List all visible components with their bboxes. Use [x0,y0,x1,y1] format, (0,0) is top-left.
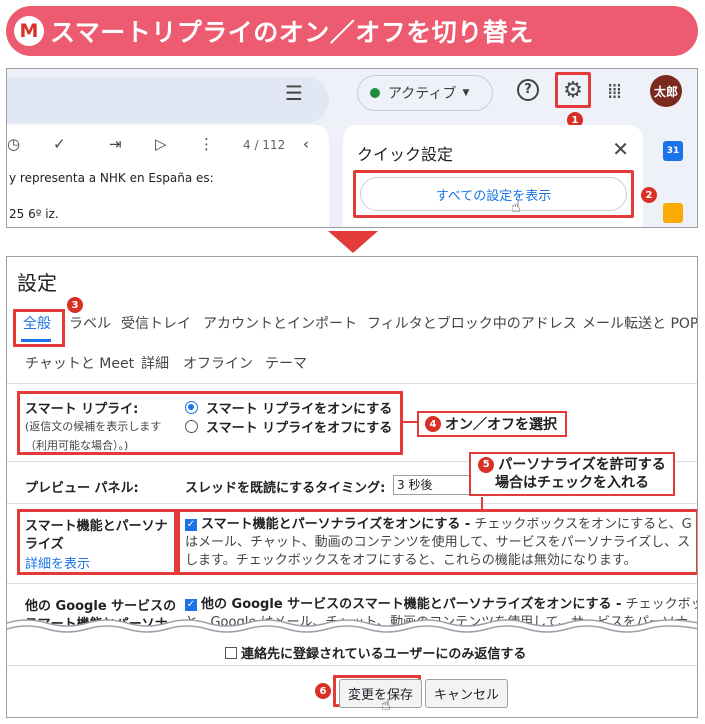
preview-timing-select[interactable]: 3 秒後 [393,475,473,495]
title-banner: M スマートリプライのオン／オフを切り替え [6,6,698,56]
show-all-highlight: すべての設定を表示 [353,170,634,218]
chevron-left-icon[interactable]: ‹ [303,135,309,153]
tab-inbox[interactable]: 受信トレイ [121,313,191,333]
pointer-cursor-icon: ☝ [381,695,391,714]
quick-settings-panel: クイック設定 ✕ すべての設定を表示 2 ☝ [343,125,657,227]
smart-reply-off-option[interactable]: スマート リプライをオフにする [185,417,392,436]
smart-features-row: ✓ スマート機能とパーソナライズをオンにする - チェックボックスをオンにすると、… [185,515,697,535]
smart-reply-off-label: スマート リプライをオフにする [206,421,393,436]
tab-accounts[interactable]: アカウントとインポート [203,313,357,333]
tab-offline[interactable]: オフライン [183,353,253,373]
step-badge-6: 6 [315,683,331,699]
active-dot-icon [370,88,380,98]
search-bar[interactable] [7,77,329,123]
other-google-desc1: チェックボッ [621,597,698,612]
callout-5-connector [481,497,483,509]
side-panel: 31 [659,125,697,227]
callout-5-line1: パーソナライズを許可する [498,457,666,473]
page-title: 設定 [17,271,57,295]
reply-only-label: 連絡先に登録されているユーザーにのみ返信する [241,647,527,662]
mail-toolbar: ◷ ✓ ⇥ ▷ ⋮ 4 / 112 ‹ [7,135,329,161]
learn-more-link[interactable]: 詳細を表示 [25,553,90,572]
status-label: アクティブ [388,86,457,102]
mail-snippet-2: 25 6º iz. [9,207,59,221]
gmail-logo-icon: M [14,16,44,46]
pager-count: 4 / 112 [243,138,286,152]
preview-panel-label: プレビュー パネル: [25,481,139,496]
smart-reply-note1: (返信文の候補を表示します [25,420,162,433]
help-icon[interactable]: ? [517,79,539,101]
mail-snippet-1: y representa a NHK en España es: [9,171,214,185]
other-google-check-label: 他の Google サービスのスマート機能とパーソナライズをオンにする - [201,597,622,612]
smart-features-label2: ライズ [25,537,64,552]
smart-features-label1: スマート機能とパーソナ [25,519,168,534]
step-badge-3: 3 [67,297,83,313]
more-icon[interactable]: ⋮ [199,135,214,153]
status-chip[interactable]: アクティブ ▼ [357,75,493,111]
smart-features-checkbox[interactable]: ✓ [185,518,197,531]
smart-reply-label: スマート リプライ: [25,402,139,417]
callout-5: 5 パーソナライズを許可する 場合はチェックを入れる [469,452,675,496]
smart-reply-note2: （利用可能な場合）。) [25,439,129,452]
step-badge-5: 5 [478,457,495,473]
radio-off[interactable] [185,420,198,433]
divider [7,665,697,666]
tab-labels[interactable]: ラベル [69,313,111,333]
divider [7,583,697,584]
step-badge-4: 4 [425,416,441,432]
divider [7,503,697,504]
other-google-label1: 他の Google サービスの [25,599,177,614]
snooze-icon[interactable]: ◷ [7,135,20,153]
close-icon[interactable]: ✕ [612,137,629,161]
smart-features-desc2: はメール、チャット、動画のコンテンツを使用して、サービスをパーソナライズし、ス [185,535,691,550]
move-to-icon[interactable]: ⇥ [109,135,122,153]
avatar[interactable]: 太郎 [650,75,682,107]
reply-only-row[interactable]: 連絡先に登録されているユーザーにのみ返信する [225,643,526,662]
hand-cursor-icon: ☝ [511,197,521,216]
keep-icon[interactable] [663,203,683,223]
torn-edge [7,619,697,637]
settings-panel: 設定 全般 3 ラベル 受信トレイ アカウントとインポート フィルタとブロック中… [6,256,698,718]
smart-reply-on-label: スマート リプライをオンにする [206,402,393,417]
tab-filters[interactable]: フィルタとブロック中のアドレス [367,313,577,333]
mail-view: ◷ ✓ ⇥ ▷ ⋮ 4 / 112 ‹ y representa a NHK e… [7,125,329,227]
tune-icon[interactable]: ☰ [285,81,303,105]
smart-reply-on-option[interactable]: スマート リプライをオンにする [185,398,392,417]
gmail-header-panel: ☰ アクティブ ▼ ? ⚙ 1 ⁞⁞⁞ 太郎 ◷ ✓ ⇥ ▷ ⋮ 4 / 112… [6,68,698,228]
label-icon[interactable]: ▷ [155,135,167,153]
tab-underline [21,339,51,342]
radio-on[interactable] [185,401,198,414]
settings-tabs-row1: 全般 3 ラベル 受信トレイ アカウントとインポート フィルタとブロック中のアド… [7,297,697,347]
callout-connector [403,421,417,423]
banner-title: スマートリプライのオン／オフを切り替え [50,18,534,47]
show-all-settings-button[interactable]: すべての設定を表示 [360,177,627,211]
arrow-down-icon [328,231,378,253]
smart-features-desc1: チェックボックスをオンにすると、G [470,517,692,532]
settings-gear-icon[interactable]: ⚙ [555,72,591,108]
reply-only-checkbox[interactable] [225,646,237,659]
other-google-row: ✓ 他の Google サービスのスマート機能とパーソナライズをオンにする - チ… [185,595,698,615]
add-task-icon[interactable]: ✓ [53,135,66,153]
smart-features-check-label: スマート機能とパーソナライズをオンにする - [201,517,471,532]
callout-4-text: オン／オフを選択 [445,417,557,433]
divider [7,383,697,384]
caret-down-icon: ▼ [462,88,470,98]
calendar-icon[interactable]: 31 [663,141,683,161]
smart-features-desc3: します。チェックボックスをオフにすると、これらの機能は無効になります。 [185,553,637,568]
apps-grid-icon[interactable]: ⁞⁞⁞ [607,79,622,103]
other-google-checkbox[interactable]: ✓ [185,598,197,611]
tab-themes[interactable]: テーマ [265,353,307,373]
callout-4: 4 オン／オフを選択 [417,411,567,437]
quick-settings-title: クイック設定 [357,145,454,164]
settings-tabs-row2: チャットと Meet 詳細 オフライン テーマ [7,349,697,375]
step-badge-2: 2 [641,187,657,203]
tab-advanced[interactable]: 詳細 [141,353,169,373]
callout-5-line2: 場合はチェックを入れる [495,475,649,491]
preview-timing-label: スレッドを既読にするタイミング: [185,481,386,496]
tab-forwarding[interactable]: メール転送と POP/I [582,313,697,333]
tab-general[interactable]: 全般 [23,313,51,333]
cancel-button[interactable]: キャンセル [425,679,509,708]
tab-chat-meet[interactable]: チャットと Meet [25,353,134,373]
